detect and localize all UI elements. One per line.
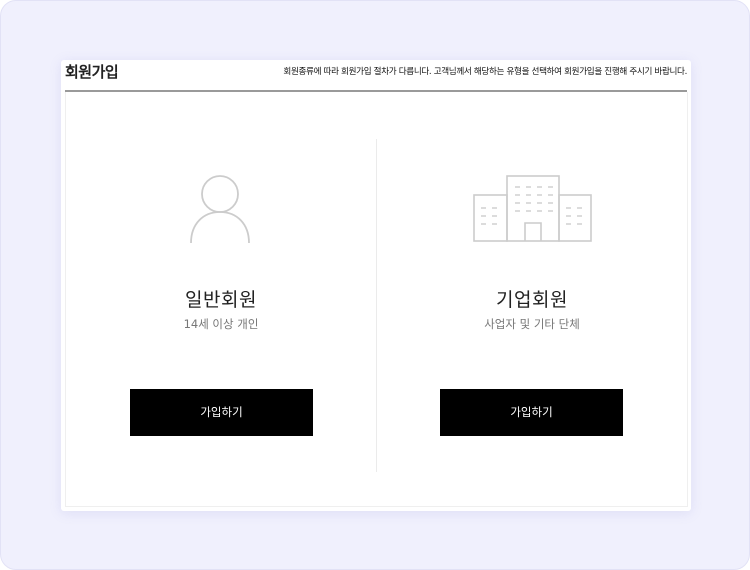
member-type-panel: 일반회원 14세 이상 개인 가입하기 기업회원 사업자 및 기타 단체 가입하… xyxy=(65,92,688,507)
business-join-button[interactable]: 가입하기 xyxy=(440,389,623,436)
signup-header: 회원가입 회원종류에 따라 회원가입 절차가 다릅니다. 고객님께서 해당하는 … xyxy=(65,60,687,92)
member-option-business: 기업회원 사업자 및 기타 단체 가입하기 xyxy=(377,92,687,506)
business-member-name: 기업회원 xyxy=(496,289,568,311)
page-title: 회원가입 xyxy=(65,63,119,81)
building-icon xyxy=(473,175,592,242)
individual-member-name: 일반회원 xyxy=(185,289,257,311)
business-member-subtitle: 사업자 및 기타 단체 xyxy=(484,317,580,331)
individual-member-subtitle: 14세 이상 개인 xyxy=(183,317,259,331)
page-background: 회원가입 회원종류에 따라 회원가입 절차가 다릅니다. 고객님께서 해당하는 … xyxy=(0,0,750,570)
signup-card: 회원가입 회원종류에 따라 회원가입 절차가 다릅니다. 고객님께서 해당하는 … xyxy=(61,60,691,511)
member-option-individual: 일반회원 14세 이상 개인 가입하기 xyxy=(66,92,376,506)
signup-description: 회원종류에 따라 회원가입 절차가 다릅니다. 고객님께서 해당하는 유형을 선… xyxy=(283,67,687,77)
person-icon xyxy=(190,175,250,244)
individual-join-button[interactable]: 가입하기 xyxy=(130,389,313,436)
